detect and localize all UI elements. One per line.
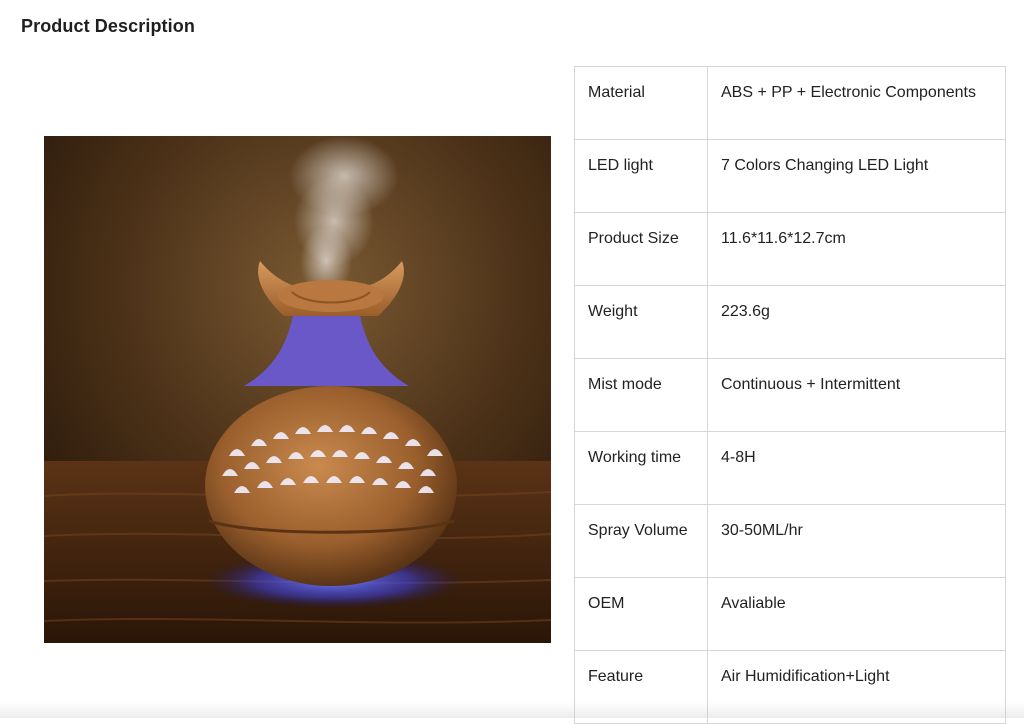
- spec-row-led-light: LED light 7 Colors Changing LED Light: [574, 139, 1006, 213]
- spec-label: Weight: [574, 285, 708, 359]
- spec-label: Material: [574, 66, 708, 140]
- spec-label: LED light: [574, 139, 708, 213]
- spec-value: 11.6*11.6*12.7cm: [707, 212, 1006, 286]
- spec-label: Product Size: [574, 212, 708, 286]
- spec-value: Continuous + Intermittent: [707, 358, 1006, 432]
- spec-label: Working time: [574, 431, 708, 505]
- spec-value: Avaliable: [707, 577, 1006, 651]
- spec-row-material: Material ABS + PP + Electronic Component…: [574, 66, 1006, 140]
- spec-row-oem: OEM Avaliable: [574, 577, 1006, 651]
- spec-row-weight: Weight 223.6g: [574, 285, 1006, 359]
- spec-label: Mist mode: [574, 358, 708, 432]
- spec-value: Air Humidification+Light: [707, 650, 1006, 724]
- spec-row-feature: Feature Air Humidification+Light: [574, 650, 1006, 724]
- spec-value: 4-8H: [707, 431, 1006, 505]
- spec-label: OEM: [574, 577, 708, 651]
- spec-label: Spray Volume: [574, 504, 708, 578]
- spec-row-working-time: Working time 4-8H: [574, 431, 1006, 505]
- spec-value: ABS + PP + Electronic Components: [707, 66, 1006, 140]
- spec-row-mist-mode: Mist mode Continuous + Intermittent: [574, 358, 1006, 432]
- spec-row-spray-volume: Spray Volume 30-50ML/hr: [574, 504, 1006, 578]
- product-image: [44, 136, 551, 643]
- spec-label: Feature: [574, 650, 708, 724]
- spec-value: 7 Colors Changing LED Light: [707, 139, 1006, 213]
- spec-value: 223.6g: [707, 285, 1006, 359]
- section-heading: Product Description: [21, 16, 195, 36]
- spec-value: 30-50ML/hr: [707, 504, 1006, 578]
- spec-table: Material ABS + PP + Electronic Component…: [574, 66, 1006, 724]
- spec-row-product-size: Product Size 11.6*11.6*12.7cm: [574, 212, 1006, 286]
